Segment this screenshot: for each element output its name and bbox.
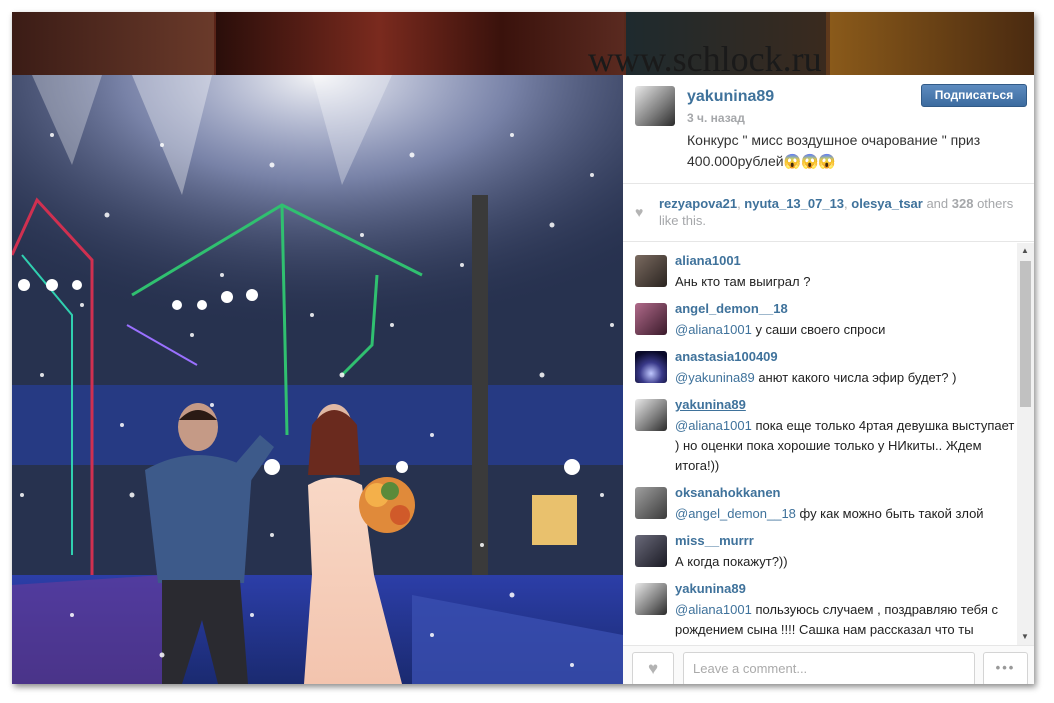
commenter-username[interactable]: miss__murrr [675, 533, 754, 548]
like-button[interactable]: ♥ [632, 652, 674, 684]
likes-summary: ♥ rezyapova21, nyuta_13_07_13, olesya_ts… [623, 184, 1034, 242]
comment-text: Ань кто там выиграл ? [675, 272, 1015, 292]
comment-body: А когда покажут?)) [675, 554, 788, 569]
owner-avatar[interactable] [635, 86, 675, 126]
background-thumbnail [12, 12, 214, 75]
more-options-button[interactable]: ••• [983, 652, 1028, 684]
owner-username[interactable]: yakunina89 [687, 88, 774, 106]
instagram-lightbox: yakunina89 3 ч. назад Конкурс " мисс воз… [12, 12, 1034, 684]
comment-text: @aliana1001 у саши своего спроси [675, 320, 1015, 340]
likes-and: and [922, 196, 952, 211]
comment-item: yakunina89 @aliana1001 пользуюсь случаем… [623, 579, 1018, 645]
concert-stage-image [12, 75, 623, 684]
comment-item: angel_demon__18 @aliana1001 у саши своег… [623, 299, 1018, 343]
comment-input[interactable]: Leave a comment... [683, 652, 975, 684]
post-timestamp: 3 ч. назад [687, 111, 745, 125]
more-icon: ••• [995, 660, 1016, 675]
commenter-username[interactable]: oksanahokkanen [675, 485, 781, 500]
commenter-avatar[interactable] [635, 255, 667, 287]
comment-mention[interactable]: @aliana1001 [675, 418, 752, 433]
liker-link[interactable]: rezyapova21 [659, 196, 737, 211]
follow-button[interactable]: Подписаться [921, 84, 1027, 107]
post-caption: Конкурс " мисс воздушное очарование " пр… [687, 132, 981, 169]
commenter-avatar[interactable] [635, 487, 667, 519]
heart-icon: ♥ [647, 659, 659, 678]
commenter-avatar[interactable] [635, 535, 667, 567]
comment-bar: ♥ Leave a comment... ••• [623, 645, 1034, 684]
heart-icon: ♥ [635, 204, 644, 220]
likes-count[interactable]: 328 [952, 196, 974, 211]
comment-mention[interactable]: @aliana1001 [675, 602, 752, 617]
comment-mention[interactable]: @aliana1001 [675, 322, 752, 337]
comment-text: @yakunina89 анют какого числа эфир будет… [675, 368, 1015, 388]
comment-item: yakunina89 @aliana1001 пока еще только 4… [623, 395, 1018, 481]
commenter-username[interactable]: aliana1001 [675, 253, 741, 268]
post-sidebar: yakunina89 3 ч. назад Конкурс " мисс воз… [623, 75, 1034, 684]
comment-item: miss__murrr А когда покажут?)) [623, 531, 1018, 575]
commenter-avatar[interactable] [635, 351, 667, 383]
commenter-avatar[interactable] [635, 303, 667, 335]
comments-scrollbar[interactable]: ▲ ▼ [1017, 243, 1034, 645]
scroll-down-icon[interactable]: ▼ [1021, 632, 1029, 641]
comment-item: oksanahokkanen @angel_demon__18 фу как м… [623, 483, 1018, 527]
commenter-username[interactable]: yakunina89 [675, 581, 746, 596]
comments-list[interactable]: aliana1001 Ань кто там выиграл ? angel_d… [623, 243, 1034, 645]
liker-link[interactable]: nyuta_13_07_13 [744, 196, 844, 211]
commenter-username[interactable]: anastasia100409 [675, 349, 778, 364]
background-thumbnail [216, 12, 624, 75]
comment-body: анют какого числа эфир будет? ) [754, 370, 957, 385]
commenter-avatar[interactable] [635, 399, 667, 431]
scroll-up-icon[interactable]: ▲ [1021, 246, 1029, 255]
post-header: yakunina89 3 ч. назад Конкурс " мисс воз… [623, 75, 1034, 184]
background-feed [12, 12, 1034, 75]
comment-body: Ань кто там выиграл ? [675, 274, 811, 289]
scrollbar-thumb[interactable] [1020, 261, 1031, 407]
comment-mention[interactable]: @yakunina89 [675, 370, 755, 385]
liker-link[interactable]: olesya_tsar [851, 196, 923, 211]
post-photo[interactable] [12, 75, 623, 684]
comment-text: @aliana1001 пользуюсь случаем , поздравл… [675, 600, 1015, 640]
comment-body: фу как можно быть такой злой [795, 506, 984, 521]
comment-mention[interactable]: @angel_demon__18 [675, 506, 796, 521]
comment-text: @angel_demon__18 фу как можно быть такой… [675, 504, 1015, 524]
comment-text: @aliana1001 пока еще только 4ртая девушк… [675, 416, 1015, 476]
comment-body: у саши своего спроси [751, 322, 886, 337]
site-watermark: www.schlock.ru [588, 39, 822, 79]
likes-text: rezyapova21, nyuta_13_07_13, olesya_tsar… [659, 195, 1019, 229]
comment-item: aliana1001 Ань кто там выиграл ? [623, 251, 1018, 295]
commenter-avatar[interactable] [635, 583, 667, 615]
commenter-username[interactable]: angel_demon__18 [675, 301, 788, 316]
comment-text: А когда покажут?)) [675, 552, 1015, 572]
comment-item: anastasia100409 @yakunina89 анют какого … [623, 347, 1018, 391]
background-thumbnail [830, 12, 1034, 75]
commenter-username[interactable]: yakunina89 [675, 397, 746, 412]
